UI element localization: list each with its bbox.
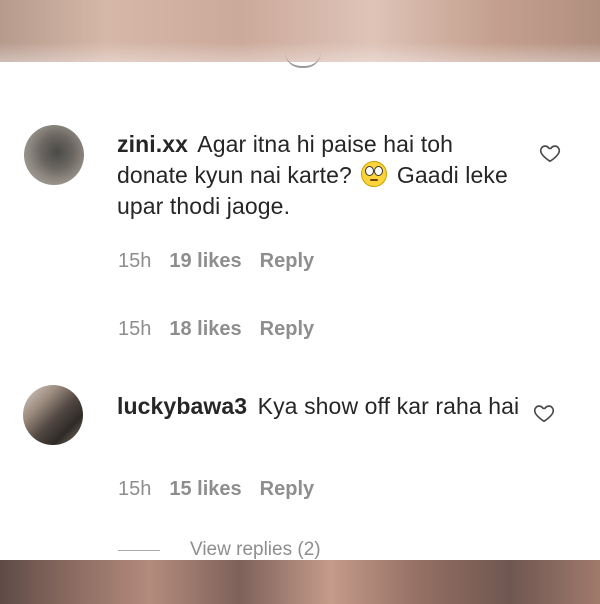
avatar[interactable] [23,385,83,445]
sheet-handle[interactable] [285,52,321,68]
comment-likes[interactable]: 19 likes [169,250,241,273]
comment-time: 15h [118,478,152,500]
comment-meta: 15h 15 likes Reply [118,478,314,501]
reply-button[interactable]: Reply [260,250,314,273]
reply-button[interactable]: Reply [260,318,314,341]
comment-likes[interactable]: 15 likes [169,478,241,501]
comment-meta: 15h 18 likes Reply [118,318,314,341]
comment-meta: 15h 19 likes Reply [118,250,314,273]
comment-body: luckybawa3 Kya show off kar raha hai [117,391,527,422]
avatar[interactable] [24,125,84,185]
comment-likes[interactable]: 18 likes [169,318,241,341]
view-replies-label[interactable]: View replies (2) [190,539,321,561]
comment-body: zini.xx Agar itna hi paise hai toh donat… [117,129,517,222]
comment-text: Kya show off kar raha hai [257,393,520,419]
comment-time: 15h [118,318,152,340]
view-replies-button[interactable]: View replies (2) [118,539,321,561]
comment-username[interactable]: zini.xx [117,131,188,157]
comment-time: 15h [118,250,152,272]
comments-panel: zini.xx Agar itna hi paise hai toh donat… [0,62,600,560]
background-video-blur-bottom [0,560,600,604]
heart-icon[interactable] [533,402,555,424]
reply-button[interactable]: Reply [260,478,314,501]
comment-username[interactable]: luckybawa3 [117,393,247,419]
divider-line [118,549,160,551]
rolling-eyes-emoji-icon [361,161,388,187]
heart-icon[interactable] [539,142,561,164]
